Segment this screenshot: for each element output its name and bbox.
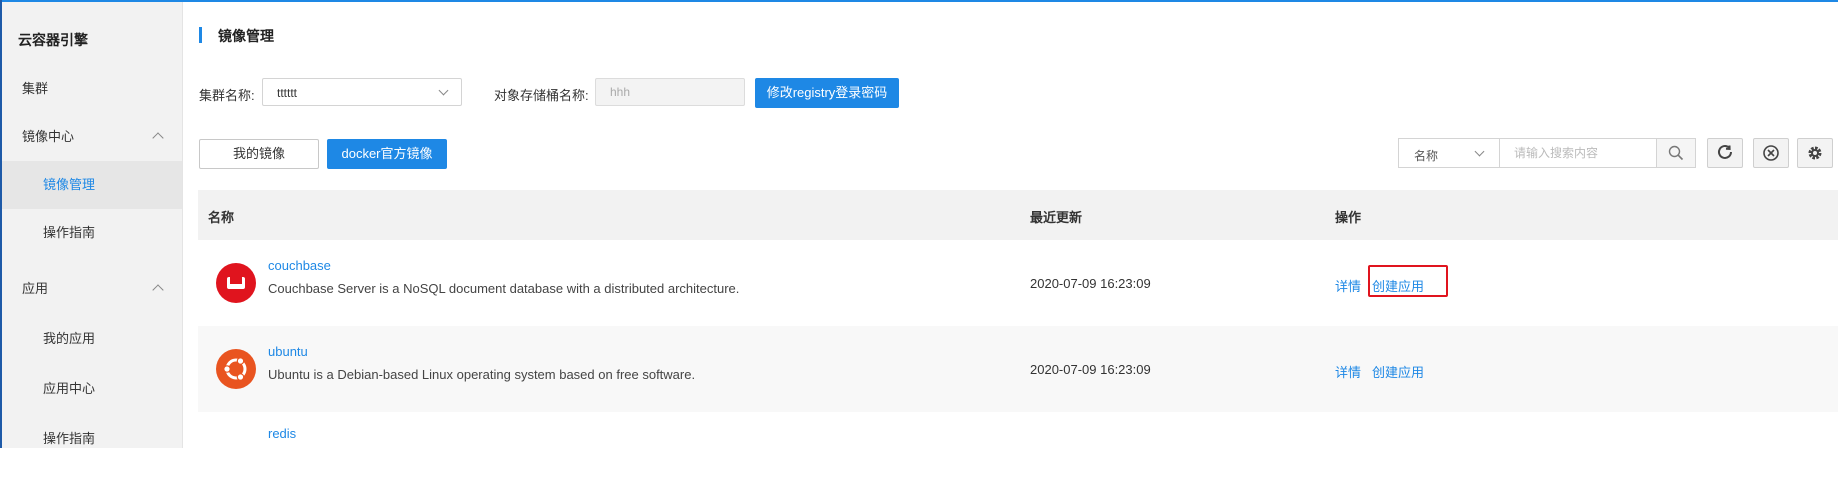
column-header-updated: 最近更新	[1030, 210, 1083, 225]
sidebar-item-app-guide[interactable]: 操作指南	[2, 415, 182, 463]
sidebar-item-label: 操作指南	[43, 225, 96, 240]
chevron-up-icon	[152, 284, 164, 296]
cluster-select-value: tttttt	[277, 86, 298, 100]
sidebar-item-image-management[interactable]: 镜像管理	[2, 161, 182, 209]
refresh-icon	[1718, 144, 1732, 159]
sidebar-item-label: 操作指南	[43, 431, 96, 446]
main-content: 镜像管理 集群名称: tttttt 对象存储桶名称: hhh 修改registr…	[183, 0, 1838, 448]
search-icon	[1668, 145, 1684, 161]
title-accent-bar	[199, 27, 202, 43]
sidebar-title: 云容器引擎	[18, 32, 88, 48]
image-updated-time: 2020-07-09 16:23:09	[1030, 276, 1151, 291]
image-name-link[interactable]: ubuntu	[268, 344, 308, 359]
table-row: redis	[198, 412, 1838, 498]
cluster-select[interactable]: tttttt	[262, 78, 462, 106]
couchbase-icon	[216, 263, 256, 303]
sidebar-item-label: 镜像管理	[43, 177, 96, 192]
create-app-link[interactable]: 创建应用	[1372, 362, 1424, 381]
table-header: 名称 最近更新 操作	[198, 190, 1838, 240]
modify-registry-password-button[interactable]: 修改registry登录密码	[755, 78, 899, 108]
search-input[interactable]: 请输入搜索内容	[1499, 138, 1657, 168]
clear-filter-button[interactable]	[1753, 138, 1789, 168]
sidebar-item-label: 应用	[22, 281, 49, 296]
gear-icon	[1808, 146, 1822, 160]
sidebar-item-app-center[interactable]: 应用中心	[2, 365, 182, 413]
search-button[interactable]	[1656, 138, 1696, 168]
table-row: couchbase Couchbase Server is a NoSQL do…	[198, 240, 1838, 326]
search-field-select[interactable]: 名称	[1398, 138, 1500, 168]
sidebar-item-image-center[interactable]: 镜像中心	[2, 113, 182, 161]
sidebar-item-label: 镜像中心	[22, 129, 75, 144]
bucket-name-field[interactable]: hhh	[595, 78, 745, 106]
create-app-highlight-box	[1368, 265, 1448, 297]
sidebar-item-cluster[interactable]: 集群	[2, 65, 182, 113]
ubuntu-icon	[216, 349, 256, 389]
search-field-value: 名称	[1414, 149, 1439, 163]
image-description: Couchbase Server is a NoSQL document dat…	[268, 281, 740, 296]
sidebar-item-apps[interactable]: 应用	[2, 265, 182, 313]
image-updated-time: 2020-07-09 16:23:09	[1030, 362, 1151, 377]
sidebar-item-label: 集群	[22, 81, 49, 96]
image-name-link[interactable]: couchbase	[268, 258, 331, 273]
sidebar-item-my-apps[interactable]: 我的应用	[2, 315, 182, 363]
chevron-up-icon	[152, 132, 164, 144]
page-title: 镜像管理	[218, 28, 274, 44]
cluster-name-label: 集群名称:	[199, 88, 255, 103]
tab-docker-official[interactable]: docker官方镜像	[327, 139, 447, 169]
bucket-name-label: 对象存储桶名称:	[494, 88, 589, 103]
sidebar-item-label: 我的应用	[43, 331, 96, 346]
column-header-actions: 操作	[1335, 210, 1362, 225]
settings-button[interactable]	[1797, 138, 1833, 168]
detail-link[interactable]: 详情	[1335, 276, 1361, 295]
sidebar-item-label: 应用中心	[43, 381, 96, 396]
column-header-name: 名称	[208, 210, 235, 225]
image-name-link[interactable]: redis	[268, 426, 296, 441]
sidebar-item-operation-guide[interactable]: 操作指南	[2, 209, 182, 257]
refresh-button[interactable]	[1707, 138, 1743, 168]
sidebar: 云容器引擎 集群 镜像中心 镜像管理 操作指南 应用 我的应用 应用中心 操作指…	[2, 2, 183, 448]
image-description: Ubuntu is a Debian-based Linux operating…	[268, 367, 696, 382]
chevron-down-icon	[438, 85, 449, 96]
close-circle-icon	[1763, 145, 1779, 161]
tab-my-images[interactable]: 我的镜像	[199, 139, 319, 169]
detail-link[interactable]: 详情	[1335, 362, 1361, 381]
chevron-down-icon	[1474, 146, 1485, 157]
table-row: ubuntu Ubuntu is a Debian-based Linux op…	[198, 326, 1838, 412]
